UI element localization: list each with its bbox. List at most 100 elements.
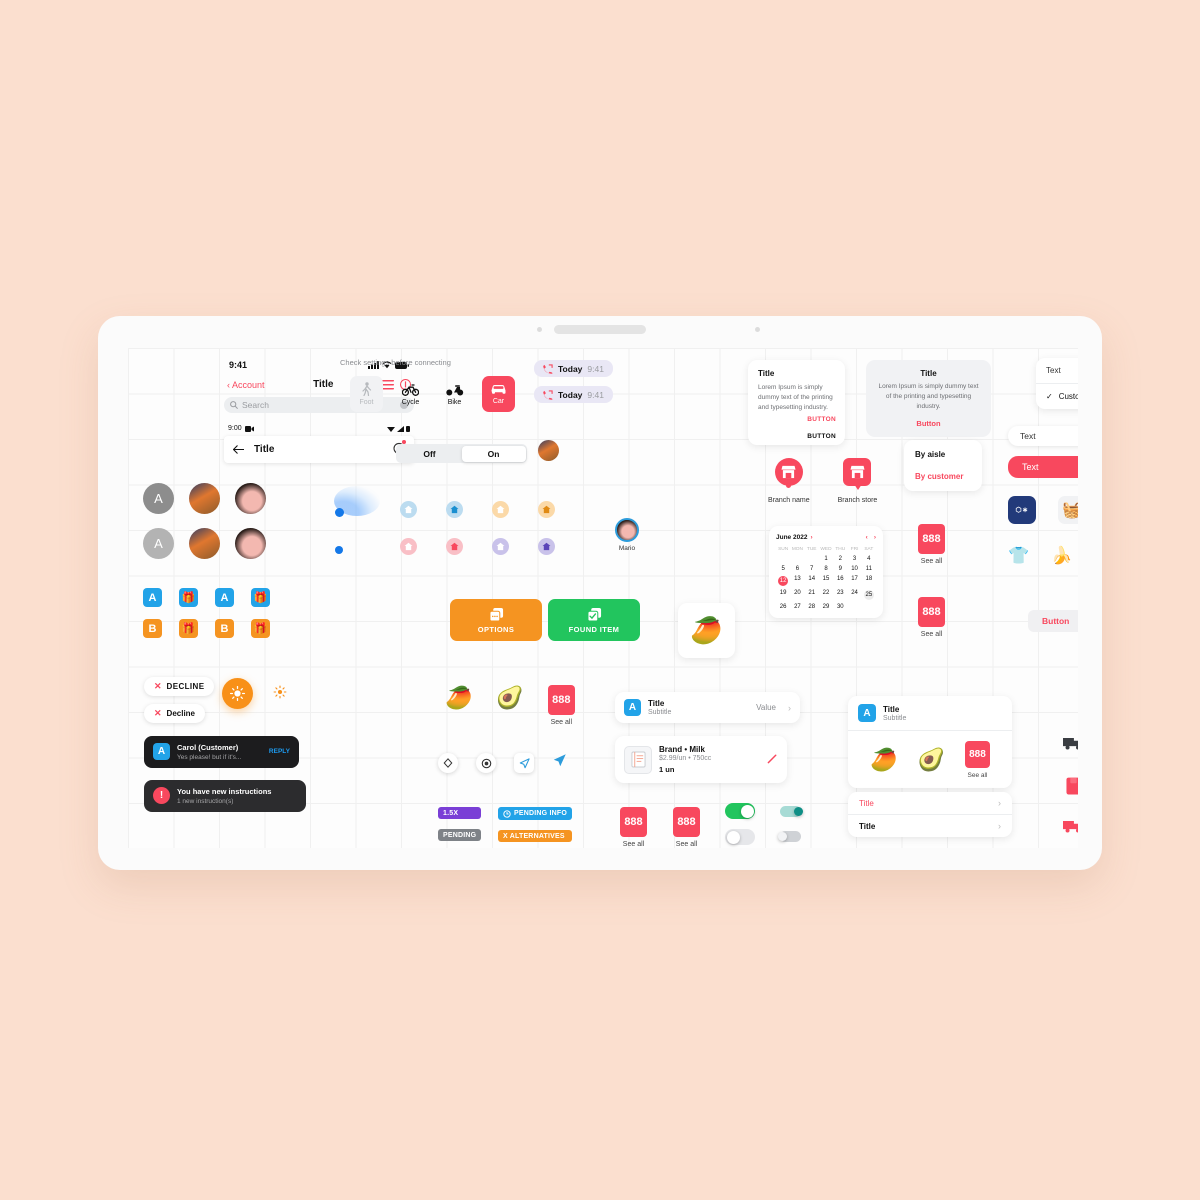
calendar-day[interactable]: 30 xyxy=(833,604,847,610)
brightness-low-icon[interactable] xyxy=(273,685,287,704)
notification-instructions[interactable]: ! You have new instructions 1 new instru… xyxy=(144,780,306,812)
decline-button-upper[interactable]: ✕ DECLINE xyxy=(144,676,215,696)
calendar-month[interactable]: June 2022 xyxy=(776,534,807,541)
calendar-day[interactable]: 11 xyxy=(862,566,876,572)
calendar-day[interactable]: 28 xyxy=(805,604,819,610)
tile-letter[interactable]: A xyxy=(143,588,162,607)
arrow-back-icon[interactable] xyxy=(233,445,244,454)
count-badge[interactable]: 888 xyxy=(673,807,700,837)
calendar-nav[interactable]: ‹ › xyxy=(866,534,876,541)
package-red-icon[interactable] xyxy=(1065,777,1079,795)
home-icon[interactable] xyxy=(492,538,509,555)
soft-button[interactable]: Button xyxy=(1028,610,1078,632)
avocado-icon[interactable]: 🥑 xyxy=(918,747,945,773)
calendar-day[interactable]: 25 xyxy=(862,590,876,600)
calendar-day[interactable]: 1 xyxy=(819,556,833,562)
avatar[interactable]: A xyxy=(143,483,174,514)
truck-dark-icon[interactable] xyxy=(1063,736,1078,750)
decline-button-lower[interactable]: ✕ Decline xyxy=(144,703,206,723)
card-button-primary[interactable]: BUTTON xyxy=(807,416,836,423)
count-badge[interactable]: 888 xyxy=(918,597,945,627)
text-input-field[interactable]: Text xyxy=(1008,426,1078,446)
avatar[interactable] xyxy=(189,483,220,514)
calendar-day[interactable]: 22 xyxy=(819,590,833,600)
gift-icon[interactable]: 🎁 xyxy=(179,619,198,638)
see-all-label[interactable]: See all xyxy=(673,841,700,848)
calendar-day[interactable]: 17 xyxy=(847,576,861,586)
avatar[interactable] xyxy=(235,528,266,559)
calendar-day[interactable]: 13 xyxy=(790,576,804,586)
menu-option-customer[interactable]: By customer xyxy=(915,472,971,481)
home-icon[interactable] xyxy=(446,501,463,518)
avocado-icon[interactable]: 🥑 xyxy=(496,685,523,711)
menu-item-customer[interactable]: ✓ Customer xyxy=(1036,384,1078,409)
count-badge[interactable]: 888 xyxy=(620,807,647,837)
count-badge[interactable]: 888 xyxy=(964,741,990,768)
avatar[interactable] xyxy=(189,528,220,559)
navigate-outline-icon[interactable] xyxy=(514,753,534,773)
calendar-day[interactable]: 21 xyxy=(805,590,819,600)
home-icon[interactable] xyxy=(492,501,509,518)
truck-red-icon[interactable] xyxy=(1063,819,1078,833)
call-log-item[interactable]: Today 9:41 xyxy=(534,386,613,403)
see-all-label[interactable]: See all xyxy=(918,631,945,638)
chevron-left-icon[interactable]: ‹ xyxy=(866,534,868,541)
back-button[interactable]: ‹ Account xyxy=(227,380,265,390)
options-button[interactable]: OPTIONS xyxy=(450,599,542,641)
mango-icon[interactable]: 🥭 xyxy=(870,747,897,773)
edit-icon[interactable] xyxy=(767,751,778,769)
user-map-pin[interactable]: Mario xyxy=(615,518,639,552)
card-button-secondary[interactable]: BUTTON xyxy=(807,433,836,440)
home-icon[interactable] xyxy=(400,501,417,518)
tile-letter[interactable]: A xyxy=(215,588,234,607)
branch-name-marker[interactable]: Branch name xyxy=(768,458,810,504)
gift-icon[interactable]: 🎁 xyxy=(251,619,270,638)
call-log-item[interactable]: Today 9:41 xyxy=(534,360,613,377)
mode-car[interactable]: Car xyxy=(482,376,515,412)
navigate-filled-icon[interactable] xyxy=(552,753,567,773)
mode-foot[interactable]: Foot xyxy=(350,376,383,412)
product-list-row[interactable]: Brand • Milk $2.99/un • 750cc 1 un xyxy=(615,736,787,783)
avatar[interactable]: A xyxy=(143,528,174,559)
gift-icon[interactable]: 🎁 xyxy=(179,588,198,607)
calendar-day[interactable]: 6 xyxy=(790,566,804,572)
calendar-day[interactable]: 2 xyxy=(833,556,847,562)
calendar-day[interactable]: 9 xyxy=(833,566,847,572)
tshirt-icon[interactable]: 👕 xyxy=(1008,546,1029,566)
target-icon[interactable] xyxy=(476,753,496,773)
calendar-day[interactable]: 8 xyxy=(819,566,833,572)
chevron-right-icon[interactable]: › xyxy=(874,534,876,541)
mango-icon[interactable]: 🥭 xyxy=(678,603,735,658)
value-list-row[interactable]: A Title Subtitle Value › xyxy=(615,692,800,723)
toggle-on[interactable] xyxy=(725,803,755,819)
see-all-label[interactable]: See all xyxy=(620,841,647,848)
calendar-day[interactable]: 7 xyxy=(805,566,819,572)
toggle-off-small[interactable] xyxy=(778,831,801,842)
found-item-button[interactable]: FOUND ITEM xyxy=(548,599,640,641)
branch-store-marker[interactable]: Branch store xyxy=(838,458,877,504)
reply-button[interactable]: REPLY xyxy=(269,748,290,755)
ring-icon[interactable] xyxy=(438,753,458,773)
banana-icon[interactable]: 🍌 xyxy=(1051,546,1072,566)
calendar-day[interactable]: 4 xyxy=(862,556,876,562)
home-icon[interactable] xyxy=(400,538,417,555)
brightness-high-icon[interactable] xyxy=(222,678,253,709)
tile-letter[interactable]: B xyxy=(143,619,162,638)
home-icon[interactable] xyxy=(538,501,555,518)
menu-option-aisle[interactable]: By aisle xyxy=(915,450,971,459)
chevron-right-icon[interactable]: › xyxy=(810,534,812,541)
card-button[interactable]: Button xyxy=(878,419,979,428)
calendar-day[interactable]: 26 xyxy=(776,604,790,610)
segment-off[interactable]: Off xyxy=(398,446,462,462)
calendar-day[interactable]: 14 xyxy=(805,576,819,586)
calendar-day[interactable]: 5 xyxy=(776,566,790,572)
home-icon[interactable] xyxy=(538,538,555,555)
notification-message[interactable]: A Carol (Customer) Yes please! but if it… xyxy=(144,736,299,768)
calendar-day[interactable]: 24 xyxy=(847,590,861,600)
brand-card-icon[interactable]: ⬡∗ xyxy=(1008,496,1036,524)
calendar-day[interactable]: 3 xyxy=(847,556,861,562)
segment-on[interactable]: On xyxy=(461,445,526,462)
count-badge[interactable]: 888 xyxy=(918,524,945,554)
mango-icon[interactable]: 🥭 xyxy=(445,685,472,711)
gift-icon[interactable]: 🎁 xyxy=(251,588,270,607)
